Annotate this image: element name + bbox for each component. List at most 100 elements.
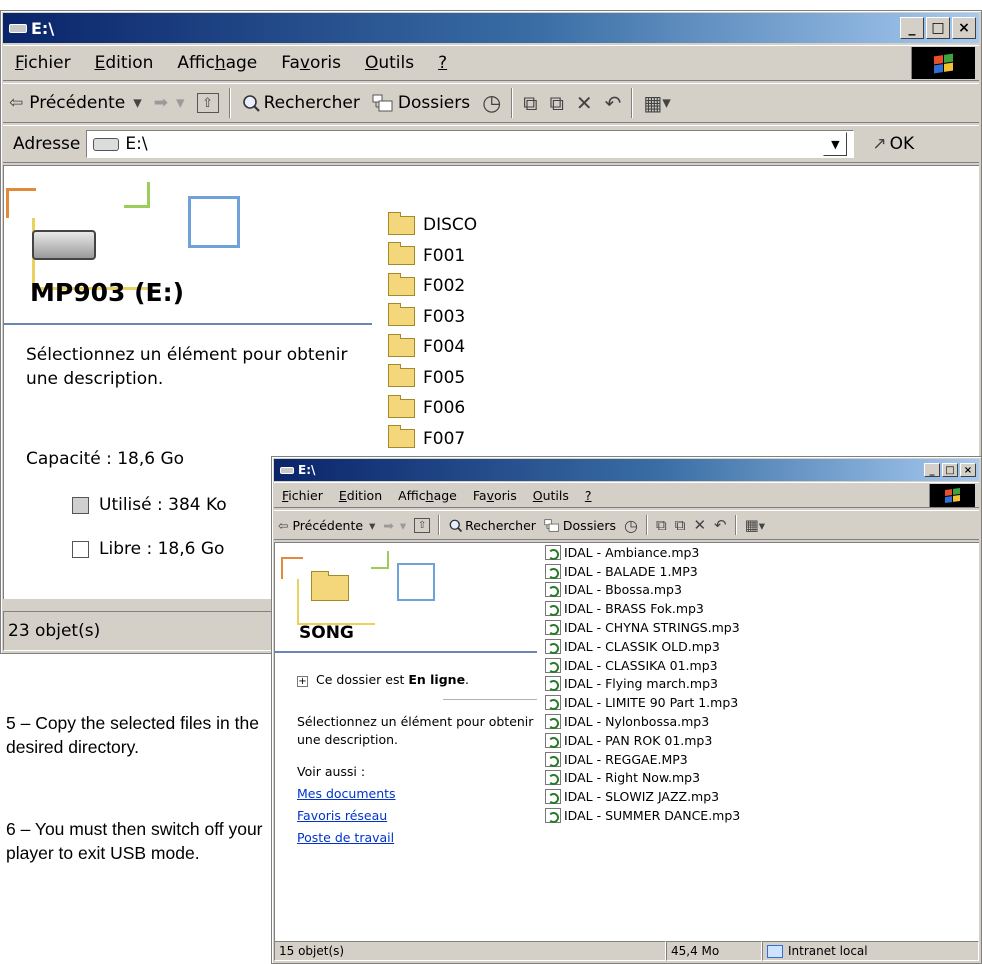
search-button[interactable]: Rechercher bbox=[235, 93, 366, 113]
address-input[interactable]: E:\ ▼ bbox=[86, 130, 855, 158]
undo-icon: ↶ bbox=[604, 91, 622, 115]
search-icon bbox=[448, 518, 463, 533]
decor-square-orange bbox=[6, 188, 36, 218]
close-button[interactable]: × bbox=[960, 463, 976, 477]
free-space: Libre : 18,6 Go bbox=[72, 538, 224, 562]
list-item[interactable]: IDAL - Ambiance.mp3 bbox=[545, 543, 740, 562]
online-status: + Ce dossier est En ligne. bbox=[297, 672, 470, 687]
title-rule bbox=[275, 651, 537, 653]
history-button[interactable]: ◷ bbox=[620, 516, 642, 535]
menu-outils[interactable]: Outils bbox=[525, 488, 577, 503]
toolbar: ⇦ Précédente ▾ ➡ ▾ ⇧ Rechercher Dossiers… bbox=[3, 83, 979, 123]
list-item[interactable]: IDAL - Bbossa.mp3 bbox=[545, 581, 740, 600]
list-item[interactable]: IDAL - REGGAE.MP3 bbox=[545, 750, 740, 769]
move-to-button[interactable]: ⧉ bbox=[652, 516, 671, 534]
undo-button[interactable]: ↶ bbox=[710, 516, 731, 534]
search-button[interactable]: Rechercher bbox=[444, 518, 540, 533]
up-folder-button[interactable]: ⇧ bbox=[410, 517, 434, 533]
toolbar: ⇦ Précédente ▾ ➡ ▾ ⇧ Rechercher Dossiers… bbox=[274, 510, 979, 540]
undo-icon: ↶ bbox=[714, 516, 727, 534]
copy-to-button[interactable]: ⧉ bbox=[671, 516, 690, 534]
audio-file-icon bbox=[545, 751, 561, 767]
menu-fichier[interactable]: Fichier bbox=[274, 488, 331, 503]
file-list: IDAL - Ambiance.mp3 IDAL - BALADE 1.MP3 … bbox=[545, 543, 740, 825]
menu-outils[interactable]: Outils bbox=[353, 53, 426, 73]
list-item[interactable]: IDAL - CHYNA STRINGS.mp3 bbox=[545, 618, 740, 637]
title-bar[interactable]: E:\ _ □ × bbox=[274, 459, 979, 481]
audio-file-icon bbox=[545, 544, 561, 560]
menu-help[interactable]: ? bbox=[426, 53, 459, 73]
folder-item[interactable]: F002 bbox=[388, 271, 477, 302]
folder-item[interactable]: F006 bbox=[388, 393, 477, 424]
used-space: Utilisé : 384 Ko bbox=[72, 494, 227, 518]
move-to-button[interactable]: ⧉ bbox=[517, 91, 543, 115]
copy-to-button[interactable]: ⧉ bbox=[544, 91, 570, 115]
menu-help[interactable]: ? bbox=[577, 488, 600, 503]
views-button[interactable]: ▦ ▾ bbox=[637, 91, 676, 115]
status-object-count: 15 objet(s) bbox=[274, 941, 666, 961]
menu-affichage[interactable]: Affichage bbox=[165, 53, 269, 73]
minimize-button[interactable]: _ bbox=[900, 17, 924, 39]
list-item[interactable]: IDAL - SUMMER DANCE.mp3 bbox=[545, 806, 740, 825]
list-item[interactable]: IDAL - Flying march.mp3 bbox=[545, 675, 740, 694]
delete-button[interactable]: ✕ bbox=[689, 516, 710, 534]
list-item[interactable]: IDAL - Right Now.mp3 bbox=[545, 769, 740, 788]
instruction-step-6: 6 – You must then switch off your player… bbox=[6, 819, 263, 863]
list-item[interactable]: IDAL - SLOWIZ JAZZ.mp3 bbox=[545, 787, 740, 806]
audio-file-icon bbox=[545, 789, 561, 805]
section-rule bbox=[443, 699, 537, 700]
history-icon: ◷ bbox=[624, 515, 638, 535]
forward-button[interactable]: ➡ ▾ bbox=[379, 518, 410, 533]
back-button[interactable]: ⇦ Précédente ▾ bbox=[3, 93, 148, 113]
go-button[interactable]: ↗ OK bbox=[866, 134, 920, 154]
list-item[interactable]: IDAL - CLASSIK OLD.mp3 bbox=[545, 637, 740, 656]
minimize-button[interactable]: _ bbox=[924, 463, 940, 477]
folder-item[interactable]: F003 bbox=[388, 302, 477, 333]
list-item[interactable]: IDAL - Nylonbossa.mp3 bbox=[545, 712, 740, 731]
back-arrow-icon: ⇦ bbox=[278, 517, 289, 533]
title-bar[interactable]: E:\ _ □ × bbox=[3, 13, 979, 43]
folder-item[interactable]: DISCO bbox=[388, 210, 477, 241]
expand-icon[interactable]: + bbox=[297, 676, 308, 687]
forward-button[interactable]: ➡ ▾ bbox=[148, 93, 191, 113]
list-item[interactable]: IDAL - CLASSIKA 01.mp3 bbox=[545, 656, 740, 675]
toolbar-separator bbox=[438, 515, 441, 535]
audio-file-icon bbox=[545, 638, 561, 654]
views-button[interactable]: ▦ ▾ bbox=[741, 516, 769, 534]
menu-fichier[interactable]: Fichier bbox=[3, 53, 83, 73]
folder-item[interactable]: F004 bbox=[388, 332, 477, 363]
audio-file-icon bbox=[545, 714, 561, 730]
list-item[interactable]: IDAL - PAN ROK 01.mp3 bbox=[545, 731, 740, 750]
menu-affichage[interactable]: Affichage bbox=[390, 488, 465, 503]
instruction-step-5: 5 – Copy the selected files in the desir… bbox=[6, 713, 259, 757]
up-folder-button[interactable]: ⇧ bbox=[191, 93, 225, 113]
menu-edition[interactable]: Edition bbox=[83, 53, 166, 73]
folder-item[interactable]: F001 bbox=[388, 241, 477, 272]
back-button[interactable]: ⇦ Précédente ▾ bbox=[274, 518, 379, 533]
list-item[interactable]: IDAL - BRASS Fok.mp3 bbox=[545, 599, 740, 618]
history-button[interactable]: ◷ bbox=[476, 91, 507, 116]
folder-item[interactable]: F007 bbox=[388, 424, 477, 455]
menu-favoris[interactable]: Favoris bbox=[269, 53, 353, 73]
delete-button[interactable]: ✕ bbox=[570, 91, 599, 115]
link-poste-de-travail[interactable]: Poste de travail bbox=[297, 829, 394, 847]
move-to-icon: ⧉ bbox=[656, 516, 667, 534]
delete-icon: ✕ bbox=[575, 91, 593, 115]
folders-button[interactable]: Dossiers bbox=[366, 93, 476, 113]
address-dropdown-button[interactable]: ▼ bbox=[823, 132, 848, 156]
link-mes-documents[interactable]: Mes documents bbox=[297, 785, 396, 803]
chevron-down-icon: ▾ bbox=[369, 517, 376, 533]
menu-edition[interactable]: Edition bbox=[331, 488, 390, 503]
link-favoris-reseau[interactable]: Favoris réseau bbox=[297, 807, 387, 825]
audio-file-icon bbox=[545, 620, 561, 636]
maximize-button[interactable]: □ bbox=[926, 17, 950, 39]
move-to-icon: ⧉ bbox=[523, 91, 538, 115]
folders-button[interactable]: Dossiers bbox=[540, 518, 620, 533]
undo-button[interactable]: ↶ bbox=[599, 91, 628, 115]
folder-item[interactable]: F005 bbox=[388, 363, 477, 394]
maximize-button[interactable]: □ bbox=[942, 463, 958, 477]
list-item[interactable]: IDAL - LIMITE 90 Part 1.mp3 bbox=[545, 693, 740, 712]
menu-favoris[interactable]: Favoris bbox=[465, 488, 525, 503]
list-item[interactable]: IDAL - BALADE 1.MP3 bbox=[545, 562, 740, 581]
close-button[interactable]: × bbox=[952, 17, 976, 39]
